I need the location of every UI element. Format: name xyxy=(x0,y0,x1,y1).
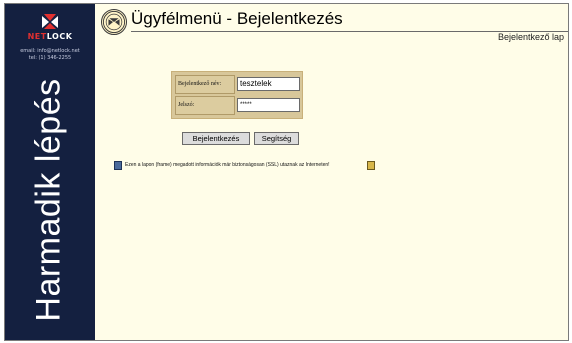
password-field[interactable]: ***** xyxy=(237,98,300,112)
help-button[interactable]: Segítség xyxy=(254,132,299,145)
step-title: Harmadik lépés xyxy=(29,78,68,322)
username-label: Bejelentkező név: xyxy=(175,75,235,94)
login-button[interactable]: Bejelentkezés xyxy=(182,132,250,145)
ssl-notice: Ezen a lapon (frame) megadott információ… xyxy=(114,161,414,173)
netlock-logo-icon xyxy=(42,14,58,29)
key-icon xyxy=(367,161,375,170)
netlock-logo-text: NETLOCK xyxy=(27,32,73,41)
app-frame: NETLOCK email: info@netlock.net tel: (1)… xyxy=(4,3,569,341)
lock-icon xyxy=(114,161,122,170)
page-subtitle: Bejelentkező lap xyxy=(497,32,564,42)
password-row: Jelszó: ***** xyxy=(175,96,300,115)
contact-phone: tel: (1) 346-2255 xyxy=(28,55,72,61)
contact-email: email: info@netlock.net xyxy=(20,48,80,54)
sidebar: NETLOCK email: info@netlock.net tel: (1)… xyxy=(5,4,95,340)
page-title: Ügyfélmenü - Bejelentkezés xyxy=(131,9,343,28)
username-field[interactable]: tesztelek xyxy=(237,77,300,91)
password-label: Jelszó: xyxy=(175,96,235,115)
username-row: Bejelentkező név: tesztelek xyxy=(175,75,300,94)
header: Ügyfélmenü - Bejelentkezés Bejelentkező … xyxy=(95,4,568,44)
seal-icon xyxy=(101,9,127,35)
ssl-notice-text: Ezen a lapon (frame) megadott információ… xyxy=(125,162,330,168)
login-form: Bejelentkező név: tesztelek Jelszó: ****… xyxy=(171,71,303,119)
contact-info: email: info@netlock.net tel: (1) 346-225… xyxy=(5,48,95,62)
